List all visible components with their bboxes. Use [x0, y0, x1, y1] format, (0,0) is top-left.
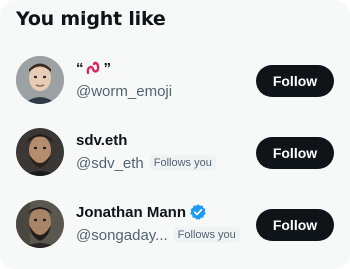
avatar[interactable]: [16, 200, 64, 248]
display-name[interactable]: Jonathan Mann: [76, 204, 186, 221]
display-name[interactable]: sdv.eth: [76, 130, 256, 150]
handle[interactable]: @worm_emoji: [76, 83, 172, 100]
follow-button[interactable]: Follow: [256, 65, 334, 97]
handle[interactable]: @sdv_eth: [76, 155, 144, 172]
display-name-line[interactable]: Jonathan Mann: [76, 202, 256, 222]
follows-you-badge: Follows you: [149, 155, 216, 171]
verified-badge-icon: [190, 204, 206, 220]
suggestion-row-jonathan-mann[interactable]: Jonathan Mann @songaday... Follows you F…: [0, 188, 350, 260]
follow-button[interactable]: Follow: [256, 137, 334, 169]
follows-you-badge: Follows you: [173, 227, 240, 243]
suggestion-row-worm-emoji[interactable]: “ ” @worm_emoji Follow: [0, 44, 350, 116]
display-name[interactable]: “ ”: [76, 58, 256, 78]
avatar[interactable]: [16, 56, 64, 104]
panel-title: You might like: [16, 8, 166, 30]
worm-emoji-icon: [86, 61, 99, 75]
handle[interactable]: @songaday...: [76, 227, 168, 244]
suggestion-row-sdv-eth[interactable]: sdv.eth @sdv_eth Follows you Follow: [0, 116, 350, 188]
close-quote: ”: [103, 59, 112, 77]
avatar[interactable]: [16, 128, 64, 176]
who-to-follow-panel: You might like “ ” @worm_emoji Follow sd…: [0, 0, 350, 269]
follow-button[interactable]: Follow: [256, 209, 334, 241]
open-quote: “: [76, 59, 84, 77]
